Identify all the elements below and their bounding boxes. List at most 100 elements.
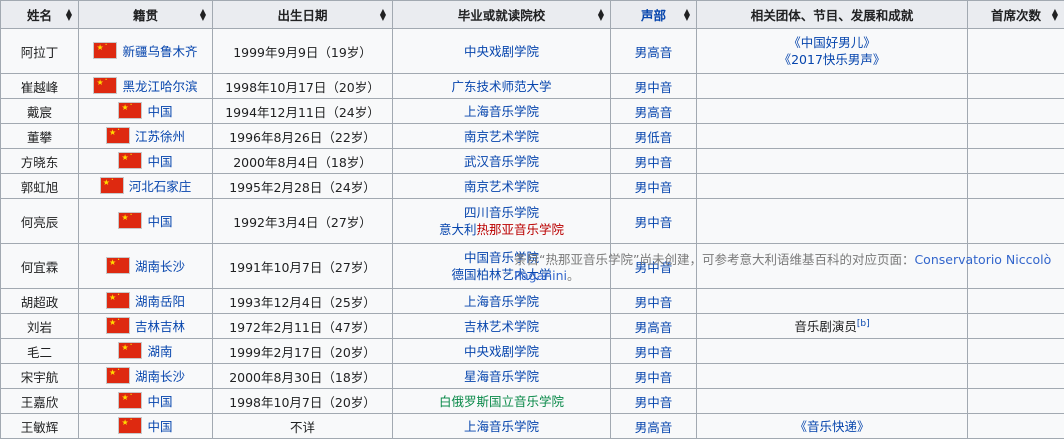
- hometown-link[interactable]: 中国: [147, 416, 172, 435]
- hometown-link[interactable]: 新疆乌鲁木齐: [122, 41, 197, 60]
- hometown-link[interactable]: 江苏徐州: [135, 126, 185, 145]
- table-row: 阿拉丁 新疆乌鲁木齐 1999年9月9日（19岁）中央戏剧学院男高音《中国好男儿》《…: [0, 28, 1064, 74]
- cell-voice[interactable]: 男低音: [610, 123, 697, 149]
- school-link[interactable]: 中国音乐学院: [397, 249, 606, 266]
- cell-notes: [696, 173, 968, 199]
- header-school[interactable]: 毕业或就读院校 ▲ ▼: [392, 0, 611, 29]
- cell-voice[interactable]: 男高音: [610, 28, 697, 74]
- cell-name: 郭虹旭: [0, 173, 79, 199]
- cell-school: 南京艺术学院: [392, 123, 611, 149]
- school-link[interactable]: 南京艺术学院: [397, 128, 606, 145]
- header-lead-count[interactable]: 首席次数 ▲ ▼: [967, 0, 1064, 29]
- table-row: 刘岩 吉林吉林 1972年2月11日（47岁）吉林艺术学院男高音 音乐剧演员[b]: [0, 313, 1064, 339]
- hometown-link[interactable]: 黑龙江哈尔滨: [122, 76, 197, 95]
- cell-voice[interactable]: 男中音: [610, 198, 697, 244]
- sort-icon[interactable]: ▲ ▼: [684, 7, 690, 21]
- cell-hometown: 河北石家庄: [78, 173, 213, 199]
- header-row: 姓名 ▲ ▼ 籍贯 ▲ ▼ 出生日期 ▲ ▼ 毕业或就读院校 ▲ ▼ 声部 ▲ ▼ 相关团体、节目、…: [0, 0, 1064, 29]
- hometown-link[interactable]: 吉林吉林: [135, 316, 185, 335]
- cell-notes: [696, 98, 968, 124]
- cell-voice[interactable]: 男中音: [610, 388, 697, 414]
- table-row: 毛二 湖南 1999年2月17日（20岁）中央戏剧学院男中音: [0, 338, 1064, 364]
- china-flag-icon: [105, 291, 130, 309]
- hometown: 江苏徐州: [105, 126, 185, 145]
- school-link[interactable]: 四川音乐学院: [397, 204, 606, 221]
- cell-name: 阿拉丁: [0, 28, 79, 74]
- hometown-link[interactable]: 湖南岳阳: [135, 291, 185, 310]
- cell-voice[interactable]: 男中音: [610, 173, 697, 199]
- members-table: 姓名 ▲ ▼ 籍贯 ▲ ▼ 出生日期 ▲ ▼ 毕业或就读院校 ▲ ▼ 声部 ▲ ▼ 相关团体、节目、…: [0, 0, 1064, 439]
- sort-icon[interactable]: ▲ ▼: [1052, 7, 1058, 21]
- hometown-link[interactable]: 湖南长沙: [135, 366, 185, 385]
- hometown: 湖南: [118, 341, 173, 360]
- school-link[interactable]: 上海音乐学院: [397, 293, 606, 310]
- cell-hometown: 湖南岳阳: [78, 288, 213, 314]
- cell-hometown: 湖南长沙: [78, 243, 213, 289]
- cell-name: 崔越峰: [0, 73, 79, 99]
- cell-lead-count: [967, 98, 1064, 124]
- cell-voice[interactable]: 男中音: [610, 73, 697, 99]
- china-flag-icon: [118, 151, 143, 169]
- cell-voice[interactable]: 男中音: [610, 363, 697, 389]
- cell-notes: [696, 363, 968, 389]
- hometown-link[interactable]: 中国: [147, 151, 172, 170]
- cell-lead-count: [967, 198, 1064, 244]
- school-link[interactable]: 上海音乐学院: [397, 418, 606, 435]
- hometown: 黑龙江哈尔滨: [93, 76, 198, 95]
- header-hometown[interactable]: 籍贯 ▲ ▼: [78, 0, 213, 29]
- hometown: 吉林吉林: [105, 316, 185, 335]
- school-link[interactable]: 中央戏剧学院: [397, 343, 606, 360]
- sort-icon[interactable]: ▲ ▼: [66, 7, 72, 21]
- school-link[interactable]: 星海音乐学院: [397, 368, 606, 385]
- cell-voice[interactable]: 男中音: [610, 338, 697, 364]
- school-link[interactable]: 意大利热那亚音乐学院: [397, 221, 606, 238]
- school-link[interactable]: 德国柏林艺术大学: [397, 266, 606, 283]
- cell-voice[interactable]: 男中音: [610, 243, 697, 289]
- cell-name: 何宜霖: [0, 243, 79, 289]
- cell-voice[interactable]: 男高音: [610, 313, 697, 339]
- china-flag-icon: [105, 316, 130, 334]
- header-birth[interactable]: 出生日期 ▲ ▼: [212, 0, 393, 29]
- hometown-link[interactable]: 中国: [147, 101, 172, 120]
- cell-voice[interactable]: 男高音: [610, 413, 697, 439]
- cell-birth-date: 1994年12月11日（24岁）: [212, 98, 393, 124]
- header-voice[interactable]: 声部 ▲ ▼: [610, 0, 697, 29]
- hometown-link[interactable]: 河北石家庄: [129, 176, 192, 195]
- note-link[interactable]: 《音乐快递》: [701, 418, 963, 435]
- sort-icon[interactable]: ▲ ▼: [200, 7, 206, 21]
- table-row: 董攀 江苏徐州 1996年8月26日（22岁）南京艺术学院男低音: [0, 123, 1064, 149]
- hometown-link[interactable]: 湖南长沙: [135, 256, 185, 275]
- note-link[interactable]: 《中国好男儿》: [701, 34, 963, 51]
- cell-voice[interactable]: 男高音: [610, 98, 697, 124]
- cell-name: 方晓东: [0, 148, 79, 174]
- sort-icon[interactable]: ▲ ▼: [380, 7, 386, 21]
- school-link[interactable]: 中央戏剧学院: [397, 43, 606, 60]
- table-row: 方晓东 中国 2000年8月4日（18岁）武汉音乐学院男中音: [0, 148, 1064, 174]
- cell-voice[interactable]: 男中音: [610, 288, 697, 314]
- hometown-link[interactable]: 中国: [147, 211, 172, 230]
- cell-notes: [696, 123, 968, 149]
- table-row: 何亮辰 中国 1992年3月4日（27岁）四川音乐学院意大利热那亚音乐学院男中音: [0, 198, 1064, 244]
- header-name[interactable]: 姓名 ▲ ▼: [0, 0, 79, 29]
- school-link[interactable]: 白俄罗斯国立音乐学院: [397, 393, 606, 410]
- sort-icon[interactable]: ▲ ▼: [598, 7, 604, 21]
- cell-birth-date: 1998年10月17日（20岁）: [212, 73, 393, 99]
- footnote-ref[interactable]: [b]: [857, 319, 870, 329]
- hometown-link[interactable]: 湖南: [147, 341, 172, 360]
- cell-lead-count: [967, 313, 1064, 339]
- note-link[interactable]: 《2017快乐男声》: [701, 51, 963, 68]
- cell-hometown: 湖南长沙: [78, 363, 213, 389]
- school-link[interactable]: 广东技术师范大学: [397, 78, 606, 95]
- hometown: 湖南长沙: [105, 256, 185, 275]
- china-flag-icon: [118, 101, 143, 119]
- hometown: 湖南长沙: [105, 366, 185, 385]
- cell-voice[interactable]: 男中音: [610, 148, 697, 174]
- table-row: 郭虹旭 河北石家庄 1995年2月28日（24岁）南京艺术学院男中音: [0, 173, 1064, 199]
- school-link[interactable]: 吉林艺术学院: [397, 318, 606, 335]
- hometown: 新疆乌鲁木齐: [93, 41, 198, 60]
- school-link[interactable]: 南京艺术学院: [397, 178, 606, 195]
- school-link[interactable]: 上海音乐学院: [397, 103, 606, 120]
- cell-notes: 音乐剧演员[b]: [696, 313, 968, 339]
- hometown-link[interactable]: 中国: [147, 391, 172, 410]
- school-link[interactable]: 武汉音乐学院: [397, 153, 606, 170]
